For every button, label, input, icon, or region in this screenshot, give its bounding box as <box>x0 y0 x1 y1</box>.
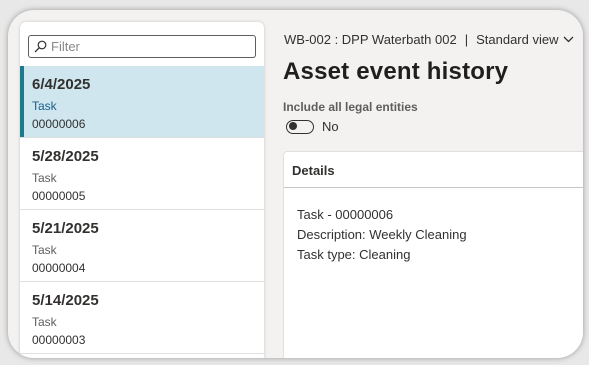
event-number: 00000006 <box>32 117 86 131</box>
search-icon <box>29 36 51 57</box>
legal-entities-toggle[interactable] <box>286 119 314 134</box>
filter-input[interactable] <box>51 37 241 56</box>
view-selector[interactable]: Standard view <box>476 32 574 47</box>
event-number: 00000004 <box>32 261 86 275</box>
details-body: Task - 00000006 Description: Weekly Clea… <box>284 188 583 265</box>
details-task-line: Task - 00000006 <box>297 207 394 222</box>
event-type: Task <box>32 99 57 113</box>
toggle-knob <box>289 122 297 130</box>
page-title: Asset event history <box>283 58 509 85</box>
event-list: 6/4/2025 Task 00000006 5/28/2025 Task 00… <box>20 66 264 354</box>
filter-box[interactable] <box>28 35 256 58</box>
app-frame: 6/4/2025 Task 00000006 5/28/2025 Task 00… <box>8 10 583 358</box>
legal-entities-toggle-group: No <box>286 119 339 134</box>
event-type: Task <box>32 243 57 257</box>
event-date: 5/14/2025 <box>32 292 99 309</box>
record-header: WB-002 : DPP Waterbath 002 | Standard vi… <box>284 32 574 47</box>
legal-entities-value: No <box>322 119 339 134</box>
list-item[interactable]: 6/4/2025 Task 00000006 <box>20 66 264 138</box>
event-number: 00000005 <box>32 189 86 203</box>
event-date: 6/4/2025 <box>32 76 91 93</box>
event-number: 00000003 <box>32 333 86 347</box>
header-separator: | <box>464 32 469 47</box>
event-list-pane: 6/4/2025 Task 00000006 5/28/2025 Task 00… <box>20 22 264 358</box>
event-date: 5/21/2025 <box>32 220 99 237</box>
details-panel: Details Task - 00000006 Description: Wee… <box>283 151 583 358</box>
list-item[interactable]: 5/28/2025 Task 00000005 <box>20 138 264 210</box>
event-date: 5/28/2025 <box>32 148 99 165</box>
details-heading[interactable]: Details <box>284 152 583 188</box>
record-caption: WB-002 : DPP Waterbath 002 <box>284 32 457 47</box>
event-type: Task <box>32 171 57 185</box>
details-description-line: Description: Weekly Cleaning <box>297 227 467 242</box>
event-type: Task <box>32 315 57 329</box>
list-item[interactable]: 5/14/2025 Task 00000003 <box>20 282 264 354</box>
chevron-down-icon <box>564 36 574 43</box>
view-selector-label: Standard view <box>476 32 559 47</box>
details-task-type-line: Task type: Cleaning <box>297 247 411 262</box>
list-item[interactable]: 5/21/2025 Task 00000004 <box>20 210 264 282</box>
legal-entities-label: Include all legal entities <box>283 100 418 114</box>
